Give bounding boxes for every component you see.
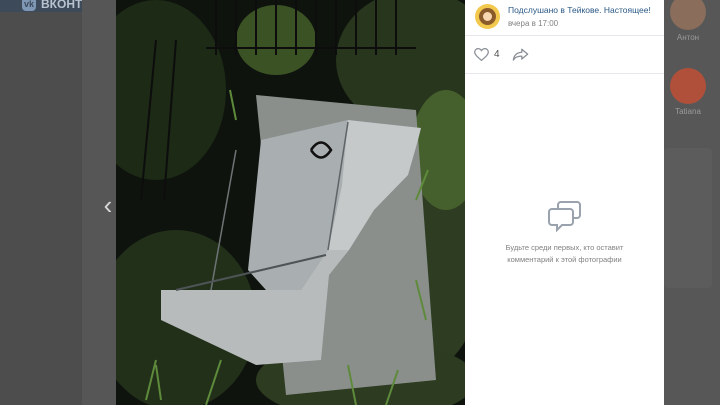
friend-item[interactable]: Tatiana	[664, 68, 712, 116]
empty-comments-text: Будьте среди первых, кто оставит коммент…	[505, 243, 624, 264]
friend-avatar	[670, 0, 706, 30]
friend-name: Антон	[676, 33, 700, 42]
post-header: Подслушано в Тейкове. Настоящее! вчера в…	[465, 0, 664, 36]
photo-viewer: Подслушано в Тейкове. Настоящее! вчера в…	[116, 0, 664, 405]
comments-bubble-icon	[547, 201, 581, 232]
friend-avatar	[670, 68, 706, 104]
share-arrow-icon	[512, 48, 528, 61]
heart-icon	[474, 48, 489, 61]
friend-item[interactable]: Антон	[664, 0, 712, 42]
post-time[interactable]: вчера в 17:00	[508, 18, 651, 29]
share-button[interactable]	[512, 48, 529, 61]
like-button[interactable]: 4	[474, 48, 500, 61]
post-meta: Подслушано в Тейкове. Настоящее! вчера в…	[508, 4, 651, 29]
photo[interactable]	[116, 0, 465, 405]
group-avatar[interactable]	[475, 4, 500, 29]
friend-name: Tatiana	[675, 107, 701, 116]
group-name-link[interactable]: Подслушано в Тейкове. Настоящее!	[508, 4, 651, 16]
empty-comments: Будьте среди первых, кто оставит коммент…	[465, 200, 664, 266]
previous-photo-arrow-icon[interactable]: ‹	[98, 190, 118, 220]
grave-photo-image	[116, 0, 465, 405]
vk-logo-icon: vk	[22, 0, 36, 11]
background-card	[664, 148, 712, 288]
like-count: 4	[494, 49, 500, 60]
post-side-panel: Подслушано в Тейкове. Настоящее! вчера в…	[465, 0, 664, 405]
post-actions: 4	[465, 36, 664, 74]
